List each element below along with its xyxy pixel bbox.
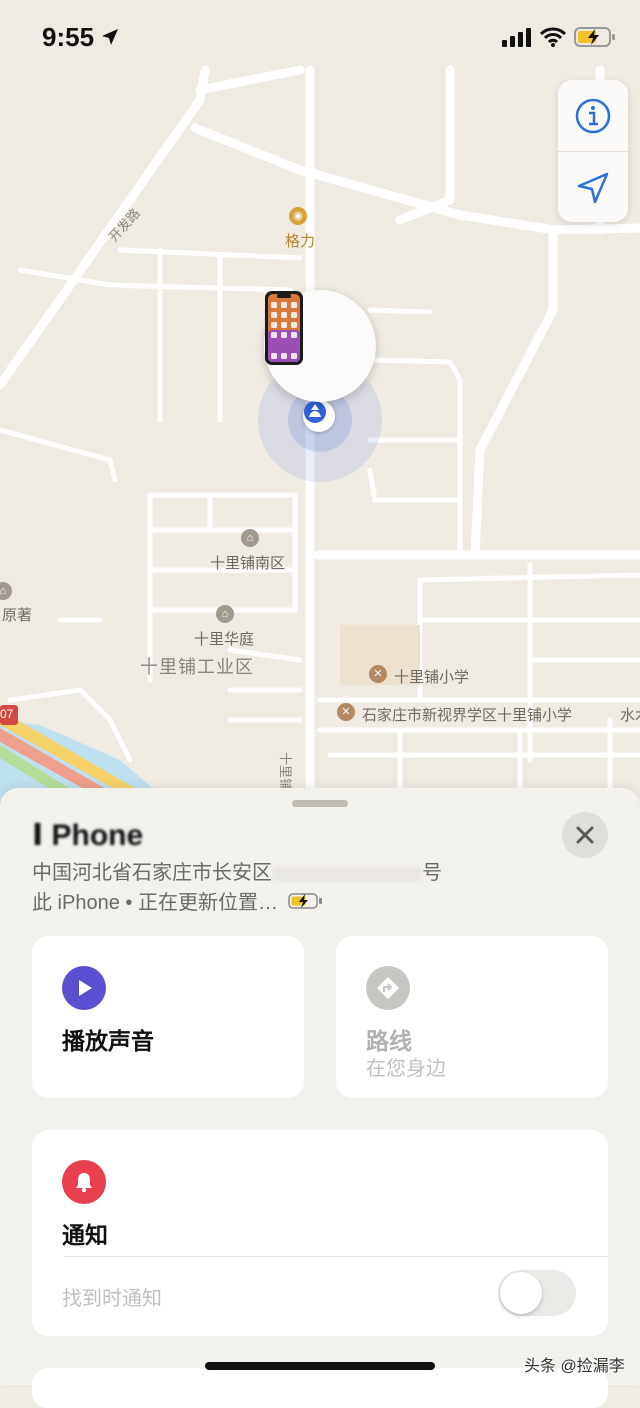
close-icon [576,826,594,844]
notify-when-found-toggle[interactable] [498,1270,576,1316]
map-label-industrial: 十里铺工业区 [140,657,254,677]
play-sound-label: 播放声音 [62,1028,154,1054]
sheet-grabber[interactable] [292,800,348,807]
battery-charging-icon [574,27,615,47]
close-button[interactable] [562,812,608,858]
directions-icon [366,966,410,1010]
address-redaction [272,866,422,881]
map-label-south-district: 十里铺南区 [210,555,286,572]
notifications-divider [64,1256,608,1257]
map-controls [558,80,628,222]
directions-card[interactable]: 路线 在您身边 [336,936,608,1098]
iphone-icon [265,291,303,365]
status-time: 9:55 [42,22,95,52]
map-label-huating: 十里华庭 [194,631,255,648]
route-shield: 07 [0,707,14,721]
watermark: 头条 @捡漏李 [524,1358,625,1375]
map-label-shuimu: 水木 [620,707,640,724]
device-location-icon[interactable] [303,400,335,432]
notify-when-found-label: 找到时通知 [62,1288,162,1310]
map-view[interactable]: ◉ 格力 开发路 ⌂ 十里铺南区 ⌂ 十里华庭 十里铺工业区 ⌂ 原著 ✕ 十里… [0,0,640,820]
battery-charging-icon [288,892,322,909]
iphone-pin[interactable] [264,290,376,402]
residential-pin-icon: ⌂ [241,529,259,547]
directions-sub: 在您身边 [366,1058,446,1080]
map-label-primary-school: 十里铺小学 [394,669,470,686]
notifications-card: 通知 找到时通知 [32,1130,608,1336]
device-address: 中国河北省石家庄市长安区 号 [32,856,442,885]
geli-pin-icon: ◉ [289,207,307,225]
notifications-label: 通知 [62,1222,108,1248]
address-text: 中国河北省石家庄市长安区 [32,862,272,884]
info-icon [575,98,611,133]
map-label-geli: 格力 [285,233,316,250]
device-name: Ⅰ Phone [32,819,144,852]
location-arrow-icon [577,172,609,203]
wifi-icon [540,27,566,47]
next-card[interactable] [32,1368,608,1408]
map-label-new-vision-school: 石家庄市新视界学区十里铺小学 [362,707,573,724]
map-label-yuanzhu: 原著 [2,607,33,624]
address-suffix: 号 [422,862,442,884]
play-icon [62,966,106,1010]
bell-icon [62,1160,106,1204]
play-sound-card[interactable]: 播放声音 [32,936,304,1098]
toggle-knob [500,1272,542,1314]
device-status-text: 此 iPhone • 正在更新位置… [32,892,278,914]
residential-pin-icon: ⌂ [216,605,234,623]
map-info-button[interactable] [558,80,628,151]
status-bar: 9:55 [0,0,640,72]
school-pin-icon: ✕ [337,703,355,721]
school-pin-icon: ✕ [369,665,387,683]
device-sheet: Ⅰ Phone 中国河北省石家庄市长安区 号 此 iPhone • 正在更新位置…… [0,788,640,1408]
location-arrow-icon [102,29,118,45]
directions-label: 路线 [366,1028,412,1054]
home-indicator[interactable] [205,1362,435,1370]
cellular-signal-icon [502,28,531,47]
map-location-button[interactable] [558,151,628,222]
device-status: 此 iPhone • 正在更新位置… [32,886,324,915]
